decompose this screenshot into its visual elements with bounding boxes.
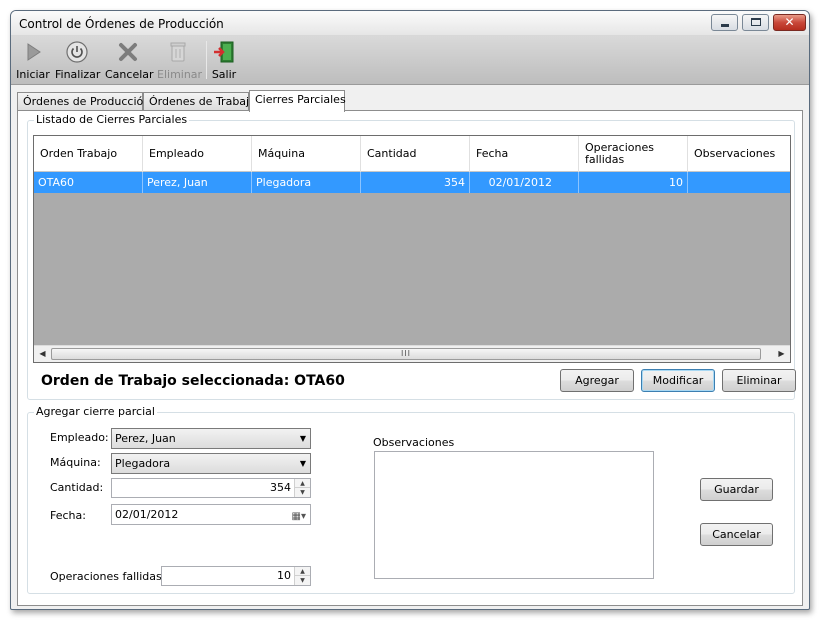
maquina-label: Máquina: [50, 456, 101, 469]
observaciones-label: Observaciones [373, 436, 455, 449]
empleado-value: Perez, Juan [115, 432, 176, 445]
cell-maquina[interactable]: Plegadora [252, 172, 361, 193]
maximize-icon [751, 18, 761, 26]
col-empleado[interactable]: Empleado [143, 136, 252, 172]
play-icon [27, 43, 41, 61]
salir-label: Salir [211, 68, 237, 81]
scroll-grip: III [400, 349, 412, 358]
observaciones-textarea[interactable] [374, 451, 654, 579]
cell-fecha[interactable]: 02/01/2012 [470, 172, 579, 193]
scroll-right-arrow-icon[interactable]: ▶ [773, 346, 790, 362]
listado-groupbox: Listado de Cierres Parciales Orden Traba… [27, 113, 796, 400]
col-maquina[interactable]: Máquina [252, 136, 361, 172]
cell-orden[interactable]: OTA60 [34, 172, 143, 193]
window-title: Control de Órdenes de Producción [19, 17, 224, 31]
listado-title: Listado de Cierres Parciales [34, 113, 190, 126]
cierres-parciales-page: Listado de Cierres Parciales Orden Traba… [17, 110, 803, 606]
cierres-grid[interactable]: Orden Trabajo Empleado Máquina Cantidad … [33, 135, 791, 363]
exit-door-icon [214, 41, 234, 63]
tab-cierres-parciales[interactable]: Cierres Parciales [249, 90, 346, 112]
minimize-icon [721, 24, 729, 27]
agregar-cierre-title: Agregar cierre parcial [34, 405, 157, 418]
cell-fallidas[interactable]: 10 [579, 172, 688, 193]
main-window: Control de Órdenes de Producción ✕ Inici… [10, 10, 810, 610]
maximize-button[interactable] [742, 14, 769, 31]
cancelar-label: Cancelar [105, 68, 154, 81]
finalizar-label: Finalizar [55, 68, 101, 81]
cell-observaciones[interactable] [688, 172, 790, 193]
modificar-button[interactable]: Modificar [641, 369, 715, 392]
col-cantidad[interactable]: Cantidad [361, 136, 470, 172]
finalizar-button[interactable]: Finalizar [55, 38, 101, 83]
cantidad-stepper[interactable]: 354 ▲ ▼ [111, 478, 311, 498]
iniciar-button[interactable]: Iniciar [15, 38, 51, 83]
col-observaciones[interactable]: Observaciones [688, 136, 790, 172]
spin-down-icon[interactable]: ▼ [295, 576, 310, 585]
calendar-dropdown-icon[interactable]: ▦▾ [292, 507, 306, 526]
close-icon: ✕ [784, 15, 795, 29]
fallidas-stepper[interactable]: 10 ▲ ▼ [161, 566, 311, 586]
toolbar: Iniciar Finalizar Cancelar Eliminar Sali… [11, 36, 809, 85]
maquina-combo[interactable]: Plegadora ▼ [111, 453, 311, 474]
empleado-combo[interactable]: Perez, Juan ▼ [111, 428, 311, 449]
spin-up-icon[interactable]: ▲ [295, 567, 310, 576]
iniciar-label: Iniciar [16, 68, 50, 81]
cantidad-spin-buttons: ▲ ▼ [294, 479, 310, 497]
cell-empleado[interactable]: Perez, Juan [143, 172, 252, 193]
fallidas-value: 10 [277, 569, 291, 582]
table-row[interactable]: OTA60 Perez, Juan Plegadora 354 02/01/20… [34, 172, 790, 193]
eliminar-button[interactable]: Eliminar [157, 38, 203, 83]
chevron-down-icon: ▼ [299, 459, 306, 468]
fallidas-spin-buttons: ▲ ▼ [294, 567, 310, 585]
agregar-cierre-groupbox: Agregar cierre parcial Empleado: Perez, … [27, 405, 795, 594]
salir-button[interactable]: Salir [210, 38, 238, 83]
fecha-picker[interactable]: 02/01/2012 ▦▾ [111, 504, 311, 525]
title-bar[interactable]: Control de Órdenes de Producción ✕ [11, 11, 809, 36]
cantidad-label: Cantidad: [50, 481, 104, 494]
close-button[interactable]: ✕ [773, 14, 806, 31]
eliminar-row-button[interactable]: Eliminar [722, 369, 796, 392]
cancelar-form-button[interactable]: Cancelar [700, 523, 773, 546]
horizontal-scrollbar[interactable]: ◀ III ▶ [34, 345, 790, 362]
cantidad-value: 354 [270, 481, 291, 494]
spin-up-icon[interactable]: ▲ [295, 479, 310, 488]
tab-ordenes-produccion[interactable]: Órdenes de Producción [17, 92, 150, 111]
fecha-label: Fecha: [50, 509, 86, 522]
col-operaciones-fallidas[interactable]: Operaciones fallidas [579, 136, 688, 172]
cell-cantidad[interactable]: 354 [361, 172, 470, 193]
spin-down-icon[interactable]: ▼ [295, 488, 310, 497]
agregar-button[interactable]: Agregar [560, 369, 634, 392]
power-icon [66, 41, 88, 63]
trash-icon [170, 42, 186, 62]
empleado-label: Empleado: [50, 431, 109, 444]
col-orden-trabajo[interactable]: Orden Trabajo [34, 136, 143, 172]
guardar-button[interactable]: Guardar [700, 478, 773, 501]
grid-header: Orden Trabajo Empleado Máquina Cantidad … [34, 136, 790, 172]
col-fecha[interactable]: Fecha [470, 136, 579, 172]
minimize-button[interactable] [711, 14, 738, 31]
chevron-down-icon: ▼ [299, 434, 306, 443]
fecha-value: 02/01/2012 [115, 508, 179, 521]
cancelar-button[interactable]: Cancelar [105, 38, 154, 83]
scroll-thumb[interactable]: III [51, 348, 761, 360]
tab-ordenes-trabajo[interactable]: Órdenes de Trabajo [143, 92, 256, 111]
toolbar-separator [206, 41, 207, 79]
cancel-x-icon [119, 43, 137, 61]
fallidas-label: Operaciones fallidas: [50, 570, 166, 583]
eliminar-label: Eliminar [157, 68, 203, 81]
selected-order-caption: Orden de Trabajo seleccionada: OTA60 [41, 373, 345, 389]
scroll-left-arrow-icon[interactable]: ◀ [34, 346, 51, 362]
maquina-value: Plegadora [115, 457, 171, 470]
